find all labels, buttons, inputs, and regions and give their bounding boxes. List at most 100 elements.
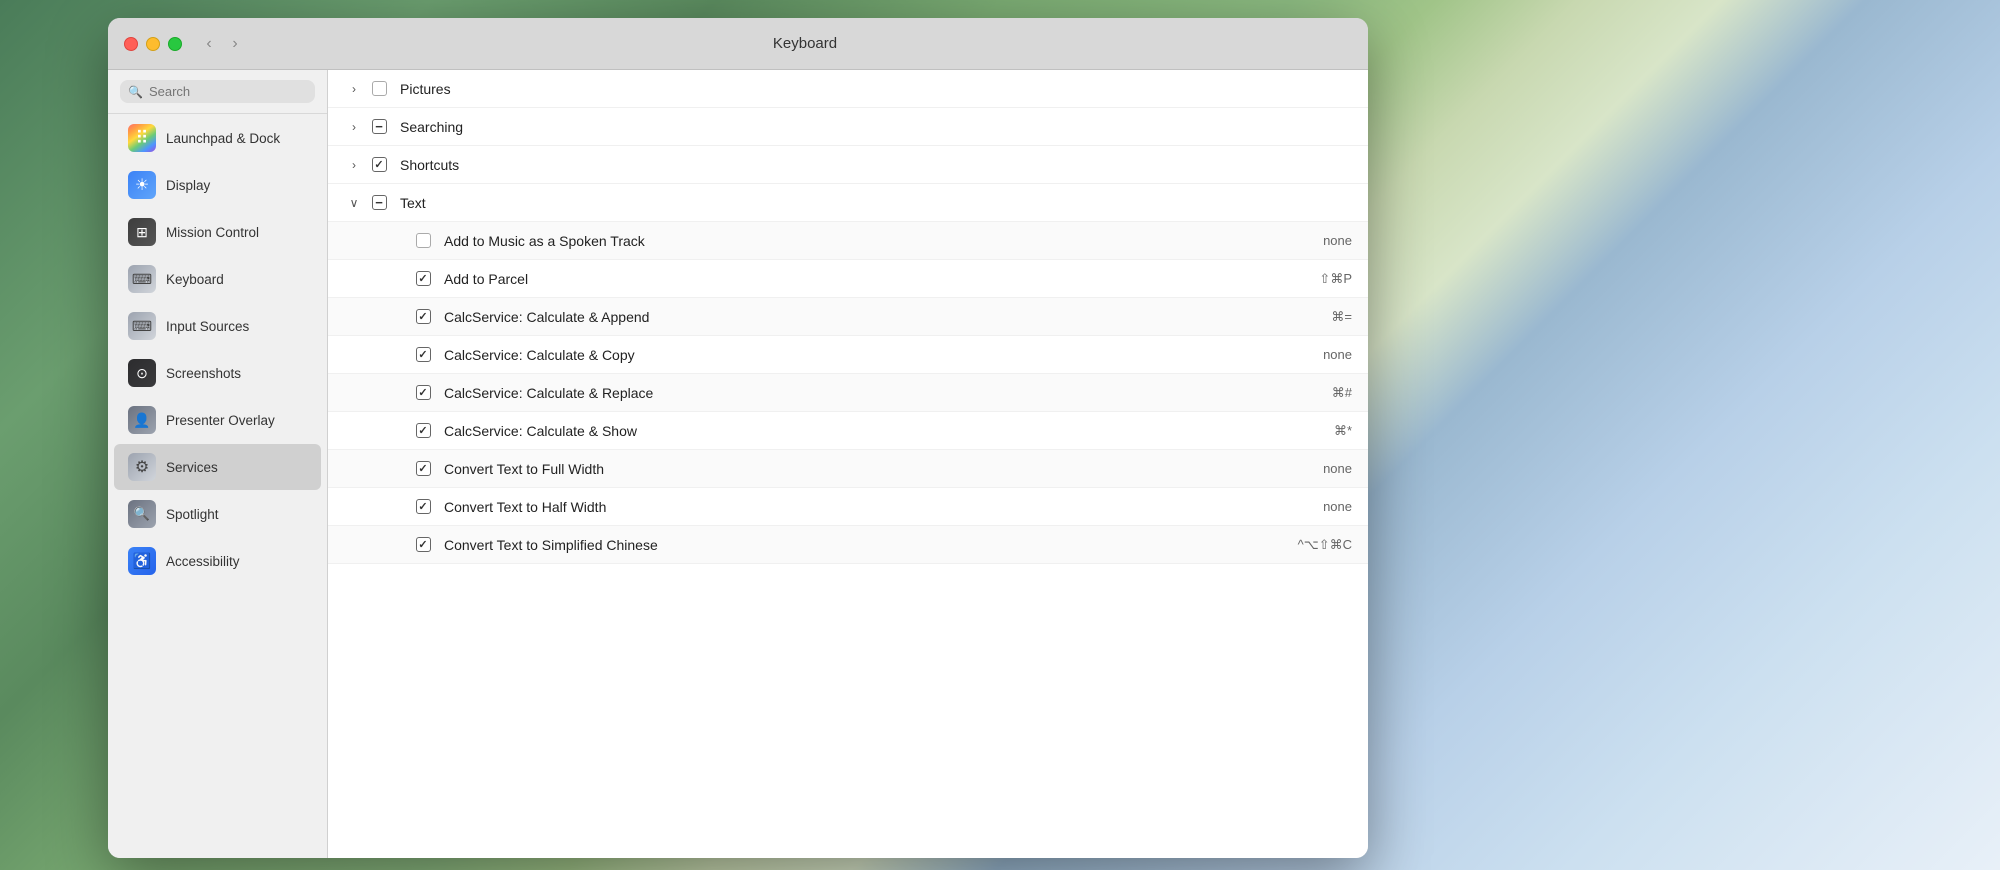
tree-row-add-to-parcel: Add to Parcel ⇧⌘P [328, 260, 1368, 298]
sidebar-item-services[interactable]: ⚙ Services [114, 444, 321, 490]
main-content: › Pictures › Searching › Shortcuts ∨ Tex… [328, 70, 1368, 858]
label-calc-replace: CalcService: Calculate & Replace [438, 385, 1292, 401]
titlebar: ‹ › Keyboard [108, 18, 1368, 70]
minimize-button[interactable] [146, 37, 160, 51]
sidebar-icon-keyboard: ⌨ [128, 265, 156, 293]
close-button[interactable] [124, 37, 138, 51]
forward-button[interactable]: › [224, 33, 246, 55]
sidebar-label-keyboard: Keyboard [166, 272, 224, 287]
sidebar-label-mission-control: Mission Control [166, 225, 259, 240]
tree-row-calc-replace: CalcService: Calculate & Replace ⌘# [328, 374, 1368, 412]
sidebar-icon-accessibility: ♿ [128, 547, 156, 575]
checkbox-calc-copy[interactable] [412, 344, 434, 366]
search-bar: 🔍 [108, 70, 327, 114]
shortcut-add-to-parcel: ⇧⌘P [1292, 271, 1352, 287]
shortcut-add-to-music: none [1292, 233, 1352, 248]
sidebar-icon-services: ⚙ [128, 453, 156, 481]
label-shortcuts: Shortcuts [394, 157, 1292, 173]
checkbox-calc-replace[interactable] [412, 382, 434, 404]
tree-row-text: ∨ Text [328, 184, 1368, 222]
checkbox-convert-simplified[interactable] [412, 534, 434, 556]
window-body: 🔍 ⠿ Launchpad & Dock ☀ Display ⊞ Mission… [108, 70, 1368, 858]
sidebar-item-input-sources[interactable]: ⌨ Input Sources [114, 303, 321, 349]
sidebar-label-input-sources: Input Sources [166, 319, 249, 334]
checkbox-add-to-parcel[interactable] [412, 268, 434, 290]
sidebar-item-launchpad[interactable]: ⠿ Launchpad & Dock [114, 115, 321, 161]
sidebar-item-keyboard[interactable]: ⌨ Keyboard [114, 256, 321, 302]
sidebar-icon-mission-control: ⊞ [128, 218, 156, 246]
shortcut-convert-simplified: ^⌥⇧⌘C [1292, 537, 1352, 553]
checkbox-shortcuts[interactable] [368, 154, 390, 176]
sidebar-label-presenter-overlay: Presenter Overlay [166, 413, 275, 428]
tree-row-add-to-music: Add to Music as a Spoken Track none [328, 222, 1368, 260]
label-searching: Searching [394, 119, 1292, 135]
shortcut-convert-full: none [1292, 461, 1352, 476]
sidebar-icon-screenshots: ⊙ [128, 359, 156, 387]
checkbox-pictures[interactable] [368, 78, 390, 100]
tree-row-calc-show: CalcService: Calculate & Show ⌘* [328, 412, 1368, 450]
shortcut-convert-half: none [1292, 499, 1352, 514]
label-pictures: Pictures [394, 81, 1292, 97]
system-preferences-window: ‹ › Keyboard 🔍 ⠿ Launchpad & Dock ☀ Disp… [108, 18, 1368, 858]
label-text: Text [394, 195, 1292, 211]
tree-row-calc-copy: CalcService: Calculate & Copy none [328, 336, 1368, 374]
sidebar-label-display: Display [166, 178, 210, 193]
sidebar-label-screenshots: Screenshots [166, 366, 241, 381]
shortcut-calc-copy: none [1292, 347, 1352, 362]
sidebar-item-accessibility[interactable]: ♿ Accessibility [114, 538, 321, 584]
chevron-text[interactable]: ∨ [344, 196, 364, 210]
sidebar-icon-presenter-overlay: 👤 [128, 406, 156, 434]
sidebar-label-accessibility: Accessibility [166, 554, 240, 569]
checkbox-convert-half[interactable] [412, 496, 434, 518]
nav-arrows: ‹ › [198, 33, 246, 55]
search-input[interactable] [149, 84, 307, 99]
checkbox-text[interactable] [368, 192, 390, 214]
label-convert-simplified: Convert Text to Simplified Chinese [438, 537, 1292, 553]
back-button[interactable]: ‹ [198, 33, 220, 55]
sidebar-item-presenter-overlay[interactable]: 👤 Presenter Overlay [114, 397, 321, 443]
services-list: › Pictures › Searching › Shortcuts ∨ Tex… [328, 70, 1368, 564]
sidebar-icon-spotlight: 🔍 [128, 500, 156, 528]
checkbox-searching[interactable] [368, 116, 390, 138]
label-add-to-music: Add to Music as a Spoken Track [438, 233, 1292, 249]
sidebar-item-screenshots[interactable]: ⊙ Screenshots [114, 350, 321, 396]
sidebar-icon-input-sources: ⌨ [128, 312, 156, 340]
sidebar-item-mission-control[interactable]: ⊞ Mission Control [114, 209, 321, 255]
label-convert-full: Convert Text to Full Width [438, 461, 1292, 477]
chevron-shortcuts[interactable]: › [344, 158, 364, 172]
checkbox-convert-full[interactable] [412, 458, 434, 480]
shortcut-calc-replace: ⌘# [1292, 385, 1352, 401]
tree-row-shortcuts: › Shortcuts [328, 146, 1368, 184]
tree-row-searching: › Searching [328, 108, 1368, 146]
sidebar-icon-display: ☀ [128, 171, 156, 199]
search-icon: 🔍 [128, 85, 143, 99]
maximize-button[interactable] [168, 37, 182, 51]
label-calc-show: CalcService: Calculate & Show [438, 423, 1292, 439]
sidebar-item-display[interactable]: ☀ Display [114, 162, 321, 208]
label-calc-copy: CalcService: Calculate & Copy [438, 347, 1292, 363]
sidebar-label-services: Services [166, 460, 218, 475]
checkbox-calc-show[interactable] [412, 420, 434, 442]
window-title: Keyboard [258, 35, 1352, 52]
tree-row-convert-full: Convert Text to Full Width none [328, 450, 1368, 488]
tree-row-pictures: › Pictures [328, 70, 1368, 108]
label-convert-half: Convert Text to Half Width [438, 499, 1292, 515]
shortcut-calc-show: ⌘* [1292, 423, 1352, 439]
checkbox-add-to-music[interactable] [412, 230, 434, 252]
sidebar: 🔍 ⠿ Launchpad & Dock ☀ Display ⊞ Mission… [108, 70, 328, 858]
traffic-lights [124, 37, 182, 51]
chevron-searching[interactable]: › [344, 120, 364, 134]
tree-row-convert-half: Convert Text to Half Width none [328, 488, 1368, 526]
sidebar-icon-launchpad: ⠿ [128, 124, 156, 152]
chevron-pictures[interactable]: › [344, 82, 364, 96]
search-input-wrap[interactable]: 🔍 [120, 80, 315, 103]
sidebar-label-launchpad: Launchpad & Dock [166, 131, 280, 146]
checkbox-calc-append[interactable] [412, 306, 434, 328]
sidebar-items: ⠿ Launchpad & Dock ☀ Display ⊞ Mission C… [108, 115, 327, 584]
tree-row-calc-append: CalcService: Calculate & Append ⌘= [328, 298, 1368, 336]
tree-row-convert-simplified: Convert Text to Simplified Chinese ^⌥⇧⌘C [328, 526, 1368, 564]
label-calc-append: CalcService: Calculate & Append [438, 309, 1292, 325]
shortcut-calc-append: ⌘= [1292, 309, 1352, 325]
sidebar-item-spotlight[interactable]: 🔍 Spotlight [114, 491, 321, 537]
sidebar-label-spotlight: Spotlight [166, 507, 219, 522]
